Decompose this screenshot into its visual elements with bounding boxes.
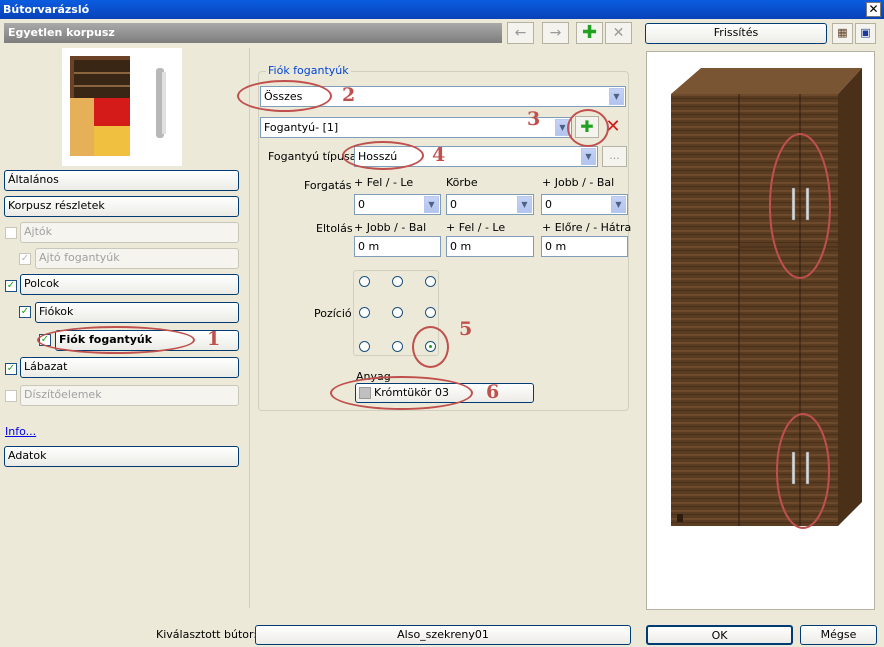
chevron-down-icon: ▼ <box>517 196 532 213</box>
selected-furniture-field[interactable]: Also_szekreny01 <box>255 625 631 645</box>
annotation-oval-1 <box>37 326 195 354</box>
group-title: Fiók fogantyúk <box>266 64 351 77</box>
chevron-down-icon: ▼ <box>611 196 626 213</box>
texture-view-icon[interactable]: ▦ <box>832 23 853 44</box>
annotation-number-1: 1 <box>207 328 221 350</box>
rotation-header-updown: + Fel / - Le <box>354 176 414 189</box>
section-header: Egyetlen korpusz <box>4 23 502 43</box>
nav-general-button[interactable]: Általános <box>4 170 239 191</box>
rotation-rightleft-select[interactable]: 0 ▼ <box>541 194 628 215</box>
offset-rightleft-input[interactable]: 0 m <box>354 236 441 257</box>
annotation-number-5: 5 <box>459 318 473 340</box>
annotation-oval-5 <box>412 326 449 368</box>
position-radio-5[interactable] <box>392 307 403 318</box>
annotation-oval-4 <box>342 141 424 170</box>
nav-door-handles-button: Ajtó fogantyúk <box>35 248 239 269</box>
chevron-down-icon: ▼ <box>581 148 596 165</box>
rotation-updown-value: 0 <box>358 198 365 211</box>
position-radio-1[interactable] <box>359 276 370 287</box>
info-link[interactable]: Info... <box>5 425 36 438</box>
annotation-number-6: 6 <box>486 381 500 403</box>
annotation-oval-3 <box>567 109 609 147</box>
rotation-updown-select[interactable]: 0 ▼ <box>354 194 441 215</box>
handle-type-more-button[interactable]: ... <box>602 146 627 167</box>
vertical-divider <box>249 48 250 608</box>
position-label: Pozíció <box>314 307 352 320</box>
handle-select[interactable]: Fogantyú- [1] ▼ <box>260 117 572 138</box>
offset-header-updown: + Fel / - Le <box>446 221 506 234</box>
offset-label: Eltolás <box>316 222 353 235</box>
window-title: Bútorvarázsló <box>3 3 90 16</box>
delete-x-icon[interactable]: ✕ <box>605 22 632 44</box>
add-plus-icon[interactable]: ✚ <box>576 22 603 44</box>
rotation-around-value: 0 <box>450 198 457 211</box>
drawers-checkbox[interactable]: ✓ <box>19 306 31 318</box>
offset-header-rightleft: + Jobb / - Bal <box>354 221 427 234</box>
offset-frontback-input[interactable]: 0 m <box>541 236 628 257</box>
furniture-thumbnail <box>62 48 182 166</box>
annotation-number-3: 3 <box>527 108 541 130</box>
3d-view-icon[interactable]: ▣ <box>855 23 876 44</box>
ok-button[interactable]: OK <box>646 625 793 645</box>
data-button[interactable]: Adatok <box>4 446 239 467</box>
chevron-down-icon: ▼ <box>424 196 439 213</box>
cancel-button[interactable]: Mégse <box>800 625 877 645</box>
rotation-header-around: Körbe <box>446 176 478 189</box>
plinth-checkbox[interactable]: ✓ <box>5 363 17 375</box>
position-radio-7[interactable] <box>359 341 370 352</box>
offset-updown-input[interactable]: 0 m <box>446 236 534 257</box>
selected-furniture-label: Kiválasztott bútor: <box>156 628 258 641</box>
position-radio-6[interactable] <box>425 307 436 318</box>
annotation-oval-2 <box>237 80 332 112</box>
back-arrow-icon[interactable]: ← <box>507 22 534 44</box>
rotation-rightleft-value: 0 <box>545 198 552 211</box>
position-radio-4[interactable] <box>359 307 370 318</box>
window-title-bar: Bútorvarázsló <box>0 0 884 19</box>
doors-checkbox <box>5 227 17 239</box>
close-icon[interactable]: ✕ <box>866 2 881 17</box>
annotation-number-2: 2 <box>342 84 356 106</box>
3d-preview <box>646 51 875 610</box>
section-title: Egyetlen korpusz <box>8 26 115 39</box>
nav-body-details-button[interactable]: Korpusz részletek <box>4 196 239 217</box>
nav-shelves-button[interactable]: Polcok <box>20 274 239 295</box>
door-handles-checkbox: ✓ <box>19 253 31 265</box>
nav-drawers-button[interactable]: Fiókok <box>35 302 239 323</box>
rotation-label: Forgatás <box>304 179 352 192</box>
refresh-button[interactable]: Frissítés <box>645 23 827 44</box>
handle-select-value: Fogantyú- [1] <box>264 121 339 134</box>
nav-doors-button: Ajtók <box>20 222 239 243</box>
decorations-checkbox <box>5 390 17 402</box>
nav-plinth-button[interactable]: Lábazat <box>20 357 239 378</box>
nav-decorations-button: Díszítőelemek <box>20 385 239 406</box>
shelves-checkbox[interactable]: ✓ <box>5 280 17 292</box>
rotation-header-rightleft: + Jobb / - Bal <box>542 176 615 189</box>
rotation-around-select[interactable]: 0 ▼ <box>446 194 534 215</box>
offset-header-frontback: + Előre / - Hátra <box>542 221 632 234</box>
annotation-number-4: 4 <box>432 144 446 166</box>
annotation-oval-6 <box>330 376 473 410</box>
forward-arrow-icon[interactable]: → <box>542 22 569 44</box>
chevron-down-icon: ▼ <box>609 88 624 105</box>
position-radio-8[interactable] <box>392 341 403 352</box>
position-radio-2[interactable] <box>392 276 403 287</box>
position-radio-3[interactable] <box>425 276 436 287</box>
